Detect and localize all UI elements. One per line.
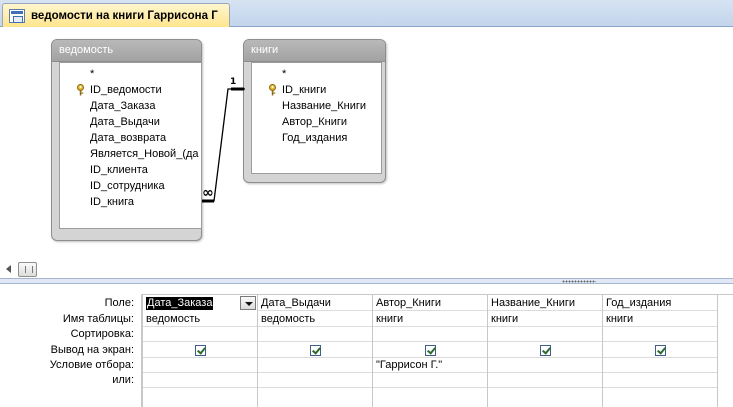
field-list[interactable]: * ID_книги Название_Книги Автор_Книги Го… (251, 62, 382, 174)
field-item[interactable]: ID_книга (60, 194, 201, 210)
criteria-cell[interactable] (258, 358, 372, 373)
row-labels: Поле: Имя таблицы: Сортировка: Вывод на … (0, 284, 142, 407)
field-item[interactable]: * (252, 66, 381, 82)
field-cell[interactable]: Автор_Книги (373, 296, 487, 311)
show-cell[interactable] (373, 343, 487, 358)
table-cell[interactable]: ведомость (258, 312, 372, 327)
table-cell[interactable]: ведомость (143, 312, 257, 327)
field-cell[interactable]: Название_Книги (488, 296, 602, 311)
field-item[interactable]: Дата_возврата (60, 130, 201, 146)
sort-cell[interactable] (488, 327, 602, 342)
criteria-cell[interactable]: "Гаррисон Г." (373, 358, 487, 373)
field-item[interactable]: Название_Книги (252, 98, 381, 114)
table-title[interactable]: ведомость (52, 40, 201, 62)
row-label-or: или: (112, 374, 134, 386)
chevron-down-icon[interactable] (240, 296, 256, 310)
or-cell[interactable] (603, 373, 717, 388)
field-item[interactable]: ID_ведомости (60, 82, 201, 98)
criteria-cell[interactable] (603, 358, 717, 373)
sort-cell[interactable] (603, 327, 717, 342)
criteria-cell[interactable] (143, 358, 257, 373)
horizontal-scrollbar[interactable] (0, 261, 733, 278)
document-tab-strip: ведомости на книги Гаррисона Г (0, 0, 733, 28)
table-cell[interactable]: книги (373, 312, 487, 327)
field-list[interactable]: * ID_ведомости Дата_Заказа Дата_Выдачи Д… (59, 62, 202, 229)
sort-cell[interactable] (373, 327, 487, 342)
relationship-many-label: ∞ (202, 185, 214, 201)
relationship-line[interactable]: 1 ∞ (200, 77, 250, 207)
row-label-show: Вывод на экран: (50, 344, 134, 356)
field-item[interactable]: ID_клиента (60, 162, 201, 178)
field-select[interactable]: Дата_Заказа (143, 296, 257, 311)
checkmark-icon[interactable] (654, 345, 666, 356)
sort-cell[interactable] (258, 327, 372, 342)
relationship-one-label: 1 (230, 77, 236, 87)
grid-column[interactable]: Название_Книги книги (487, 295, 602, 407)
or-cell[interactable] (258, 373, 372, 388)
checkmark-icon[interactable] (309, 345, 321, 356)
scroll-left-arrow-icon[interactable] (6, 265, 11, 273)
key-icon (269, 84, 276, 96)
show-cell[interactable] (143, 343, 257, 358)
show-cell[interactable] (603, 343, 717, 358)
row-label-criteria: Условие отбора: (49, 359, 134, 371)
field-cell[interactable]: Дата_Заказа (146, 297, 214, 310)
row-label-sort: Сортировка: (70, 328, 134, 340)
or-cell[interactable] (488, 373, 602, 388)
checkmark-icon[interactable] (424, 345, 436, 356)
field-item[interactable]: Дата_Заказа (60, 98, 201, 114)
splitter-grip-icon[interactable] (562, 280, 596, 283)
field-cell[interactable]: Год_издания (603, 296, 717, 311)
show-cell[interactable] (258, 343, 372, 358)
field-item[interactable]: * (60, 66, 201, 82)
field-item[interactable]: Является_Новой_(да (60, 146, 201, 162)
table-vedomost[interactable]: ведомость * ID_ведомости Дата_Заказа Дат… (51, 39, 202, 241)
grid-column[interactable]: Год_издания книги (602, 295, 717, 407)
grid-column-empty[interactable] (717, 295, 733, 407)
table-cell[interactable]: книги (488, 312, 602, 327)
key-icon (77, 84, 84, 96)
checkmark-icon[interactable] (194, 345, 206, 356)
row-label-table: Имя таблицы: (62, 313, 134, 325)
query-design-pane[interactable]: ведомость * ID_ведомости Дата_Заказа Дат… (0, 27, 733, 260)
query-grid[interactable]: Поле: Имя таблицы: Сортировка: Вывод на … (0, 284, 733, 407)
field-item[interactable]: Автор_Книги (252, 114, 381, 130)
query-icon (9, 9, 25, 23)
field-item[interactable]: ID_сотрудника (60, 178, 201, 194)
field-item[interactable]: ID_книги (252, 82, 381, 98)
field-item[interactable]: Дата_Выдачи (60, 114, 201, 130)
query-document-tab[interactable]: ведомости на книги Гаррисона Г (2, 3, 230, 28)
grid-column[interactable]: Автор_Книги книги "Гаррисон Г." (372, 295, 487, 407)
or-cell[interactable] (143, 373, 257, 388)
row-label-field: Поле: (104, 297, 134, 309)
or-cell[interactable] (373, 373, 487, 388)
scroll-thumb[interactable] (18, 262, 37, 277)
grid-column[interactable]: Дата_Заказа ведомость (142, 295, 257, 407)
sort-cell[interactable] (143, 327, 257, 342)
field-cell[interactable]: Дата_Выдачи (258, 296, 372, 311)
field-item[interactable]: Год_издания (252, 130, 381, 146)
table-title[interactable]: книги (244, 40, 385, 62)
show-cell[interactable] (488, 343, 602, 358)
table-cell[interactable]: книги (603, 312, 717, 327)
table-knigi[interactable]: книги * ID_книги Название_Книги Автор_Кн… (243, 39, 386, 183)
checkmark-icon[interactable] (539, 345, 551, 356)
tab-title: ведомости на книги Гаррисона Г (31, 10, 218, 22)
grid-column[interactable]: Дата_Выдачи ведомость (257, 295, 372, 407)
criteria-cell[interactable] (488, 358, 602, 373)
